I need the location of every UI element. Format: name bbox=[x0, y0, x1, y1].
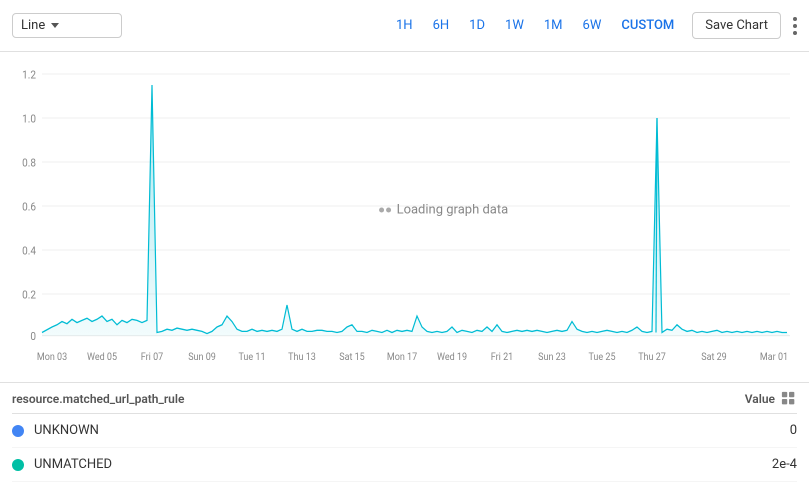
svg-text:Mar 01: Mar 01 bbox=[760, 352, 788, 364]
svg-text:1.2: 1.2 bbox=[22, 68, 36, 82]
dot-2 bbox=[793, 24, 797, 28]
svg-text:Sun 09: Sun 09 bbox=[188, 352, 216, 364]
toolbar: Line 1H 6H 1D 1W 1M 6W CUSTOM Save Chart bbox=[0, 0, 809, 52]
time-btn-1m[interactable]: 1M bbox=[542, 14, 565, 37]
svg-text:Wed 05: Wed 05 bbox=[87, 352, 117, 364]
svg-text:Mon 03: Mon 03 bbox=[37, 352, 67, 364]
svg-text:0.2: 0.2 bbox=[22, 288, 36, 302]
loading-label: Loading graph data bbox=[379, 203, 509, 218]
svg-text:Tue 25: Tue 25 bbox=[588, 352, 615, 364]
legend-dot-unknown bbox=[12, 425, 24, 437]
loading-dots bbox=[379, 208, 391, 213]
svg-text:Fri 21: Fri 21 bbox=[491, 352, 513, 364]
chevron-down-icon bbox=[51, 23, 59, 28]
svg-text:Sat 29: Sat 29 bbox=[701, 352, 727, 364]
legend-row-unmatched[interactable]: UNMATCHED 2e-4 bbox=[12, 448, 797, 482]
svg-text:Tue 11: Tue 11 bbox=[238, 352, 265, 364]
legend-row-unknown[interactable]: UNKNOWN 0 bbox=[12, 414, 797, 448]
dot-1 bbox=[793, 17, 797, 21]
legend-dot-unmatched bbox=[12, 459, 24, 471]
svg-text:Sat 15: Sat 15 bbox=[339, 352, 365, 364]
more-options-button[interactable] bbox=[793, 17, 797, 35]
svg-text:Fri 07: Fri 07 bbox=[141, 352, 163, 364]
legend-value-label: Value bbox=[745, 392, 775, 406]
svg-text:0.4: 0.4 bbox=[22, 244, 36, 258]
time-btn-1h[interactable]: 1H bbox=[394, 14, 415, 37]
legend-name-unknown: UNKNOWN bbox=[34, 423, 757, 438]
svg-text:Sun 23: Sun 23 bbox=[538, 352, 566, 364]
svg-text:Mon 17: Mon 17 bbox=[387, 352, 417, 364]
chart-area: 1.2 1.0 0.8 0.6 0.4 0.2 0 Mon 03 Wed 05 … bbox=[0, 52, 809, 382]
time-btn-custom[interactable]: CUSTOM bbox=[619, 14, 676, 37]
svg-text:0.8: 0.8 bbox=[22, 156, 36, 170]
dot-a bbox=[379, 208, 384, 213]
chart-type-label: Line bbox=[21, 18, 45, 33]
legend-name-unmatched: UNMATCHED bbox=[34, 457, 757, 472]
svg-text:1.0: 1.0 bbox=[22, 112, 36, 126]
time-range-buttons: 1H 6H 1D 1W 1M 6W CUSTOM bbox=[394, 14, 676, 37]
time-btn-6h[interactable]: 6H bbox=[431, 14, 452, 37]
legend-value-unknown: 0 bbox=[757, 423, 797, 438]
svg-text:0.6: 0.6 bbox=[22, 200, 36, 214]
legend-value-unmatched: 2e-4 bbox=[757, 457, 797, 472]
dot-3 bbox=[793, 31, 797, 35]
grid-svg bbox=[781, 391, 797, 407]
svg-text:Wed 19: Wed 19 bbox=[437, 352, 467, 364]
time-btn-1w[interactable]: 1W bbox=[503, 14, 526, 37]
grid-icon[interactable] bbox=[781, 391, 797, 407]
time-btn-6w[interactable]: 6W bbox=[581, 14, 604, 37]
svg-text:Thu 13: Thu 13 bbox=[288, 352, 316, 364]
legend-header: resource.matched_url_path_rule Value bbox=[12, 383, 797, 414]
time-btn-1d[interactable]: 1D bbox=[467, 14, 487, 37]
save-chart-button[interactable]: Save Chart bbox=[692, 12, 781, 39]
svg-text:0: 0 bbox=[30, 330, 36, 344]
svg-text:Thu 27: Thu 27 bbox=[638, 352, 666, 364]
legend-col-name: resource.matched_url_path_rule bbox=[12, 392, 745, 406]
legend-table: resource.matched_url_path_rule Value UNK… bbox=[0, 382, 809, 482]
chart-type-dropdown[interactable]: Line bbox=[12, 13, 122, 38]
loading-text: Loading graph data bbox=[397, 203, 509, 218]
legend-col-value: Value bbox=[745, 391, 797, 407]
dot-b bbox=[386, 208, 391, 213]
